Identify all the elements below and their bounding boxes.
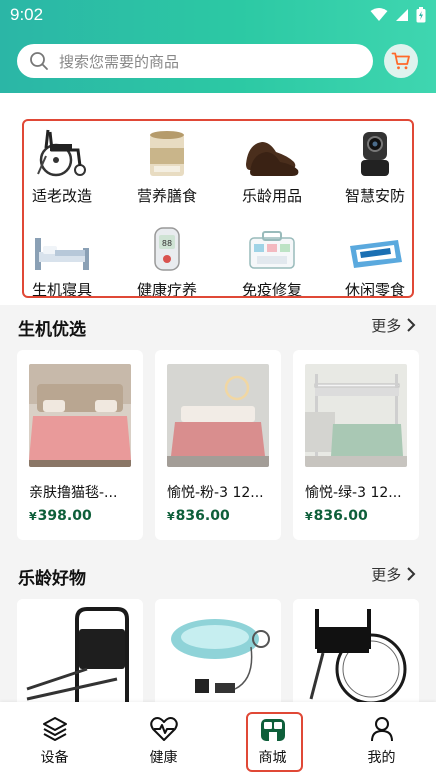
category-label: 营养膳食 [136, 187, 197, 205]
status-time: 9:02 [10, 5, 44, 24]
product-card-1[interactable]: 愉悦-粉-3 12... ¥836.00 [155, 350, 281, 540]
category-label: 免疫修复 [241, 281, 302, 299]
product-image [29, 364, 131, 467]
more-label: 更多 [371, 317, 402, 335]
category-item-0[interactable]: 适老改造 [10, 120, 114, 212]
tab-me[interactable]: 我的 [327, 702, 436, 775]
search-input[interactable]: 搜索您需要的商品 [17, 44, 373, 78]
cart-icon [391, 52, 410, 70]
glucose-meter-icon: 88 [154, 227, 180, 271]
search-placeholder: 搜索您需要的商品 [59, 52, 180, 71]
green-bunk-bed-image [305, 364, 407, 467]
wheelchair-icon [37, 129, 86, 177]
product-image [305, 364, 407, 467]
store-icon [260, 719, 285, 741]
person-icon [370, 717, 393, 742]
section-title-selected: 生机优选 [18, 320, 86, 340]
product-name: 愉悦-粉-3 12... [167, 485, 264, 501]
first-aid-kit-icon [249, 231, 295, 269]
product-price: ¥836.00 [305, 508, 368, 524]
category-item-6[interactable]: 免疫修复 [220, 214, 324, 306]
category-item-1[interactable]: 营养膳食 [115, 120, 219, 212]
pink-bed-set-image [167, 364, 269, 467]
category-item-2[interactable]: 乐龄用品 [220, 120, 324, 212]
section-title-elder-goods: 乐龄好物 [18, 569, 86, 589]
product-name: 愉悦-绿-3 12... [305, 485, 402, 501]
wifi-icon [370, 8, 388, 21]
product-card-0[interactable]: 亲肤撸猫毯-... ¥398.00 [17, 350, 143, 540]
bottom-tab-bar: 设备 健康 商城 我的 [0, 702, 436, 775]
category-label: 适老改造 [31, 187, 92, 205]
tab-store[interactable]: 商城 [218, 702, 327, 775]
more-link-elder-goods[interactable]: 更多 [371, 564, 416, 585]
pink-blanket-bed-image [29, 364, 131, 467]
security-camera-icon [361, 132, 389, 176]
product-image [167, 364, 269, 467]
category-label: 休闲零食 [344, 281, 405, 299]
tab-health[interactable]: 健康 [109, 702, 218, 775]
category-item-4[interactable]: 生机寝具 [10, 214, 114, 306]
more-link-selected[interactable]: 更多 [371, 315, 416, 336]
tab-label: 设备 [40, 750, 69, 766]
heart-pulse-icon [149, 717, 178, 741]
category-label: 健康疗养 [136, 281, 197, 299]
milk-powder-can-icon [150, 131, 184, 176]
category-label: 乐龄用品 [241, 187, 302, 205]
category-item-3[interactable]: 智慧安防 [323, 120, 427, 212]
category-item-7[interactable]: 休闲零食 [323, 214, 427, 306]
cart-button[interactable] [384, 44, 418, 78]
chevron-right-icon [407, 318, 416, 332]
layers-icon [42, 717, 67, 741]
chevron-right-icon [407, 567, 416, 581]
search-row: 搜索您需要的商品 [17, 44, 419, 78]
product-card-2[interactable]: 愉悦-绿-3 12... ¥836.00 [293, 350, 419, 540]
category-label: 生机寝具 [31, 281, 92, 299]
product-name: 亲肤撸猫毯-... [29, 485, 118, 501]
leather-shoes-icon [246, 142, 299, 176]
tab-label: 健康 [149, 750, 178, 766]
status-icons [370, 7, 426, 23]
status-bar: 9:02 [0, 0, 436, 30]
product-price: ¥398.00 [29, 508, 92, 524]
search-icon [30, 52, 48, 70]
snack-biscuit-icon [350, 240, 402, 268]
svg-text:88: 88 [162, 239, 172, 248]
product-card-5[interactable] [293, 599, 419, 709]
inflatable-bathtub-image [155, 599, 281, 709]
category-item-5[interactable]: 88 健康疗养 [115, 214, 219, 306]
more-label: 更多 [371, 566, 402, 584]
tab-label: 商城 [258, 750, 287, 766]
manual-wheelchair-image [293, 599, 419, 709]
tab-devices[interactable]: 设备 [0, 702, 109, 775]
product-card-3[interactable] [17, 599, 143, 709]
product-card-4[interactable] [155, 599, 281, 709]
battery-icon [416, 7, 426, 23]
bed-icon [35, 238, 89, 270]
category-label: 智慧安防 [344, 187, 405, 205]
bed-rail-image [17, 599, 143, 709]
signal-icon [396, 9, 408, 21]
product-price: ¥836.00 [167, 508, 230, 524]
tab-label: 我的 [367, 750, 396, 766]
